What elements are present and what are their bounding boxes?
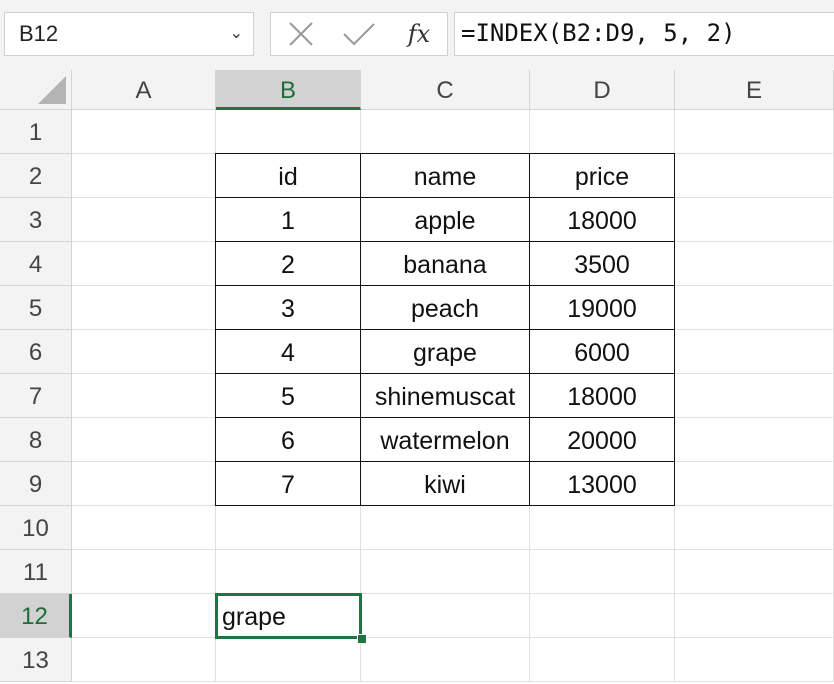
- cell-e3[interactable]: [675, 198, 834, 242]
- cell-a8[interactable]: [72, 418, 216, 462]
- table-cell[interactable]: 4: [215, 329, 361, 374]
- cell-c12[interactable]: [361, 594, 530, 638]
- column-header-a[interactable]: A: [72, 70, 216, 110]
- row-header-12[interactable]: 12: [0, 594, 72, 638]
- cell-b1[interactable]: [216, 110, 361, 154]
- cell-a10[interactable]: [72, 506, 216, 550]
- close-icon: [289, 22, 313, 46]
- table-cell[interactable]: kiwi: [360, 461, 530, 506]
- insert-function-button[interactable]: fx: [399, 13, 439, 55]
- table-cell[interactable]: apple: [360, 197, 530, 242]
- cell-e8[interactable]: [675, 418, 834, 462]
- cell-c13[interactable]: [361, 638, 530, 682]
- table-cell[interactable]: 3500: [529, 241, 675, 286]
- cell-d10[interactable]: [530, 506, 675, 550]
- cell-a3[interactable]: [72, 198, 216, 242]
- row-header-5[interactable]: 5: [0, 286, 72, 330]
- fill-handle[interactable]: [357, 634, 367, 644]
- row-header-4[interactable]: 4: [0, 242, 72, 286]
- cell-e9[interactable]: [675, 462, 834, 506]
- table-cell[interactable]: 6: [215, 417, 361, 462]
- column-header-e[interactable]: E: [675, 70, 834, 110]
- table-header-cell[interactable]: name: [360, 153, 530, 198]
- column-header-d[interactable]: D: [530, 70, 675, 110]
- table-cell[interactable]: 20000: [529, 417, 675, 462]
- table-header-cell[interactable]: id: [215, 153, 361, 198]
- formula-buttons: fx: [270, 12, 448, 56]
- cell-a12[interactable]: [72, 594, 216, 638]
- table-cell[interactable]: watermelon: [360, 417, 530, 462]
- cell-d1[interactable]: [530, 110, 675, 154]
- table-cell[interactable]: 6000: [529, 329, 675, 374]
- cell-a11[interactable]: [72, 550, 216, 594]
- row-header-13[interactable]: 13: [0, 638, 72, 682]
- chevron-down-icon[interactable]: ⌄: [230, 13, 243, 55]
- cell-e6[interactable]: [675, 330, 834, 374]
- row-header-8[interactable]: 8: [0, 418, 72, 462]
- cell-a6[interactable]: [72, 330, 216, 374]
- table-cell[interactable]: 18000: [529, 373, 675, 418]
- row-header-11[interactable]: 11: [0, 550, 72, 594]
- name-box[interactable]: B12 ⌄: [4, 12, 254, 56]
- column-header-b[interactable]: B: [216, 70, 361, 110]
- select-all-triangle-icon: [38, 76, 66, 104]
- table-cell[interactable]: 5: [215, 373, 361, 418]
- select-all-button[interactable]: [0, 70, 72, 110]
- row-header-3[interactable]: 3: [0, 198, 72, 242]
- cell-e11[interactable]: [675, 550, 834, 594]
- row-header-6[interactable]: 6: [0, 330, 72, 374]
- enter-button[interactable]: [339, 13, 379, 55]
- cell-a13[interactable]: [72, 638, 216, 682]
- cell-d13[interactable]: [530, 638, 675, 682]
- cell-e10[interactable]: [675, 506, 834, 550]
- cell-b11[interactable]: [216, 550, 361, 594]
- cell-e13[interactable]: [675, 638, 834, 682]
- table-header-cell[interactable]: price: [529, 153, 675, 198]
- table-cell[interactable]: 3: [215, 285, 361, 330]
- table-cell[interactable]: 1: [215, 197, 361, 242]
- formula-input[interactable]: =INDEX(B2:D9, 5, 2): [454, 12, 834, 56]
- cell-e5[interactable]: [675, 286, 834, 330]
- cell-a7[interactable]: [72, 374, 216, 418]
- row-header-7[interactable]: 7: [0, 374, 72, 418]
- cell-e7[interactable]: [675, 374, 834, 418]
- cell-c1[interactable]: [361, 110, 530, 154]
- row-header-10[interactable]: 10: [0, 506, 72, 550]
- cell-d11[interactable]: [530, 550, 675, 594]
- fx-icon: fx: [407, 20, 431, 48]
- cell-c11[interactable]: [361, 550, 530, 594]
- cell-a9[interactable]: [72, 462, 216, 506]
- checkmark-icon: [343, 23, 375, 46]
- cell-e4[interactable]: [675, 242, 834, 286]
- cell-b10[interactable]: [216, 506, 361, 550]
- column-header-c[interactable]: C: [361, 70, 530, 110]
- cell-e2[interactable]: [675, 154, 834, 198]
- active-cell-value[interactable]: grape: [216, 594, 361, 638]
- table-cell[interactable]: banana: [360, 241, 530, 286]
- cell-e1[interactable]: [675, 110, 834, 154]
- cancel-button[interactable]: [281, 13, 321, 55]
- row-header-2[interactable]: 2: [0, 154, 72, 198]
- cell-a5[interactable]: [72, 286, 216, 330]
- table-cell[interactable]: 2: [215, 241, 361, 286]
- table-cell[interactable]: grape: [360, 329, 530, 374]
- name-box-value: B12: [19, 21, 59, 46]
- cell-a1[interactable]: [72, 110, 216, 154]
- cell-a2[interactable]: [72, 154, 216, 198]
- cell-c10[interactable]: [361, 506, 530, 550]
- row-header-1[interactable]: 1: [0, 110, 72, 154]
- table-cell[interactable]: 19000: [529, 285, 675, 330]
- row-header-9[interactable]: 9: [0, 462, 72, 506]
- cell-e12[interactable]: [675, 594, 834, 638]
- table-cell[interactable]: shinemuscat: [360, 373, 530, 418]
- table-cell[interactable]: 13000: [529, 461, 675, 506]
- cell-a4[interactable]: [72, 242, 216, 286]
- table-cell[interactable]: 7: [215, 461, 361, 506]
- cell-d12[interactable]: [530, 594, 675, 638]
- table-cell[interactable]: 18000: [529, 197, 675, 242]
- formula-bar: B12 ⌄ fx =INDEX(B2:D9, 5, 2): [0, 0, 834, 70]
- table-cell[interactable]: peach: [360, 285, 530, 330]
- cell-b13[interactable]: [216, 638, 361, 682]
